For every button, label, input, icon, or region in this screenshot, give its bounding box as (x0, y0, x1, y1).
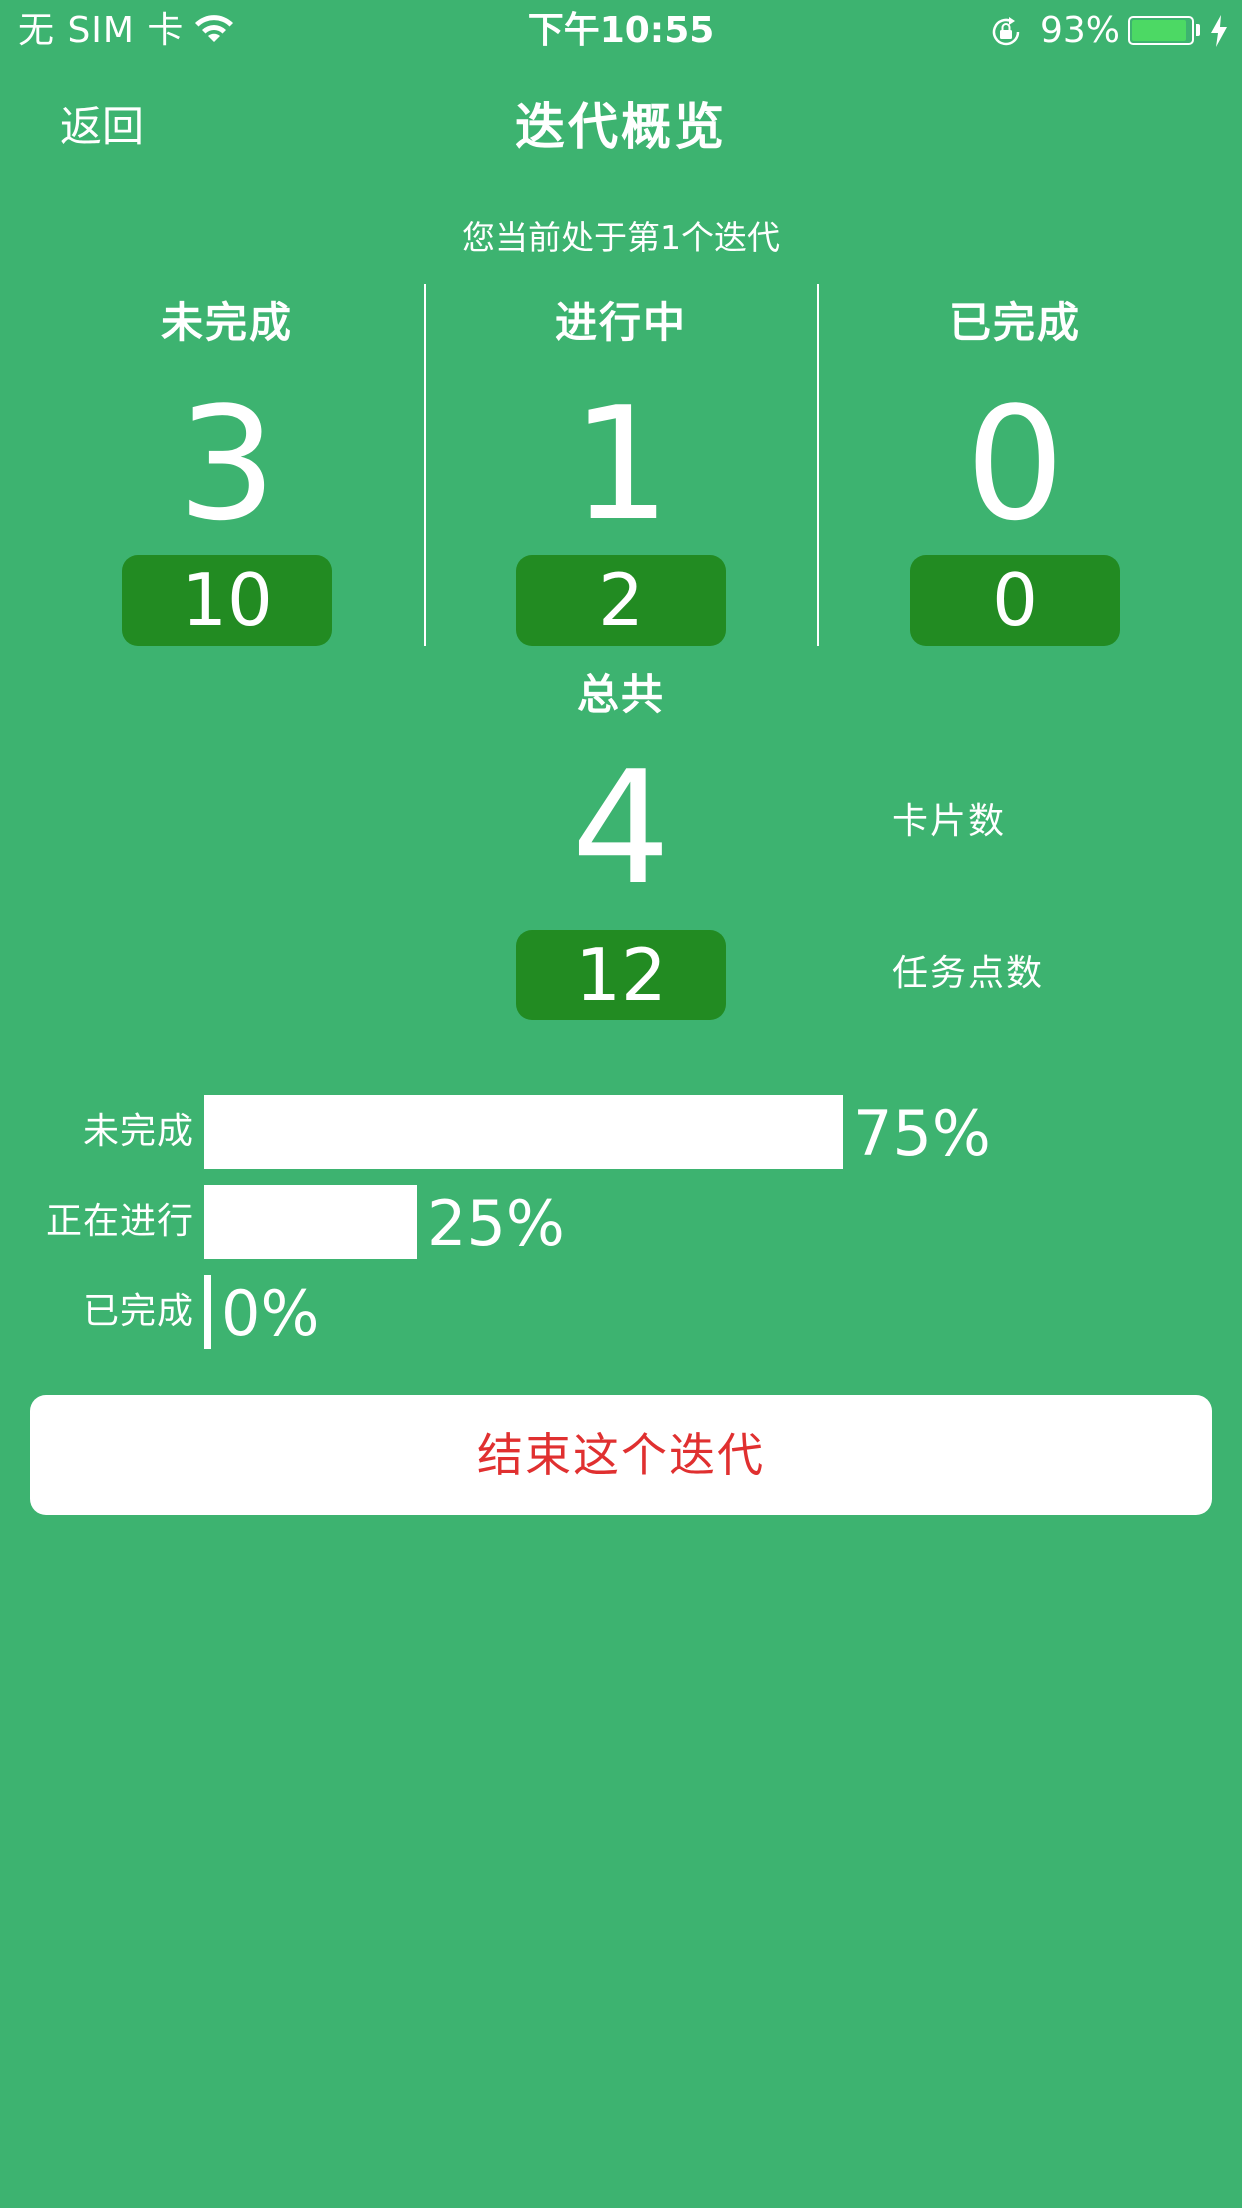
end-iteration-button[interactable]: 结束这个迭代 (30, 1395, 1212, 1515)
progress-percent: 0% (221, 1277, 320, 1350)
column-label: 进行中 (554, 298, 687, 347)
progress-bar (204, 1185, 417, 1259)
card-count: 1 (571, 373, 671, 555)
iteration-overview-screen: 无 SIM 卡 下午10:55 93% 返回 迭代概览 您当前处于第1个迭代 未… (0, 0, 1242, 2208)
column-todo: 未完成 3 10 (30, 284, 424, 646)
page-title: 迭代概览 (515, 98, 727, 156)
card-count: 0 (965, 373, 1065, 555)
progress-label: 已完成 (82, 1291, 194, 1332)
progress-label: 未完成 (82, 1111, 194, 1152)
card-count-label: 卡片数 (892, 801, 1007, 842)
points-badge: 10 (122, 555, 332, 646)
total-label: 总共 (576, 670, 665, 719)
progress-percent: 25% (427, 1187, 565, 1260)
iteration-notice: 您当前处于第1个迭代 (462, 218, 780, 257)
column-in-progress: 进行中 1 2 (424, 284, 818, 646)
points-badge: 2 (516, 555, 726, 646)
progress-row-in-progress: 正在进行 25% (0, 1185, 1242, 1259)
column-done: 已完成 0 0 (818, 284, 1212, 646)
battery-icon (1128, 16, 1194, 45)
charging-bolt-icon (1211, 15, 1227, 47)
progress-label: 正在进行 (45, 1201, 194, 1242)
total-card-count: 4 (571, 737, 671, 919)
progress-row-done: 已完成 0% (0, 1275, 1242, 1349)
points-badge: 0 (910, 555, 1120, 646)
status-bar: 无 SIM 卡 下午10:55 93% (0, 0, 1242, 62)
card-count: 3 (177, 373, 277, 555)
column-label: 未完成 (160, 298, 293, 347)
progress-row-todo: 未完成 75% (0, 1095, 1242, 1169)
progress-bar (204, 1275, 211, 1349)
task-points-label: 任务点数 (892, 953, 1045, 994)
rotation-lock-icon (992, 17, 1020, 46)
progress-percent: 75% (853, 1097, 991, 1170)
column-label: 已完成 (948, 298, 1081, 347)
battery-fill (1132, 20, 1186, 41)
battery-percent: 93% (1040, 10, 1121, 51)
total-points-badge: 12 (516, 930, 726, 1020)
battery-tip (1196, 24, 1200, 36)
progress-bar (204, 1095, 843, 1169)
